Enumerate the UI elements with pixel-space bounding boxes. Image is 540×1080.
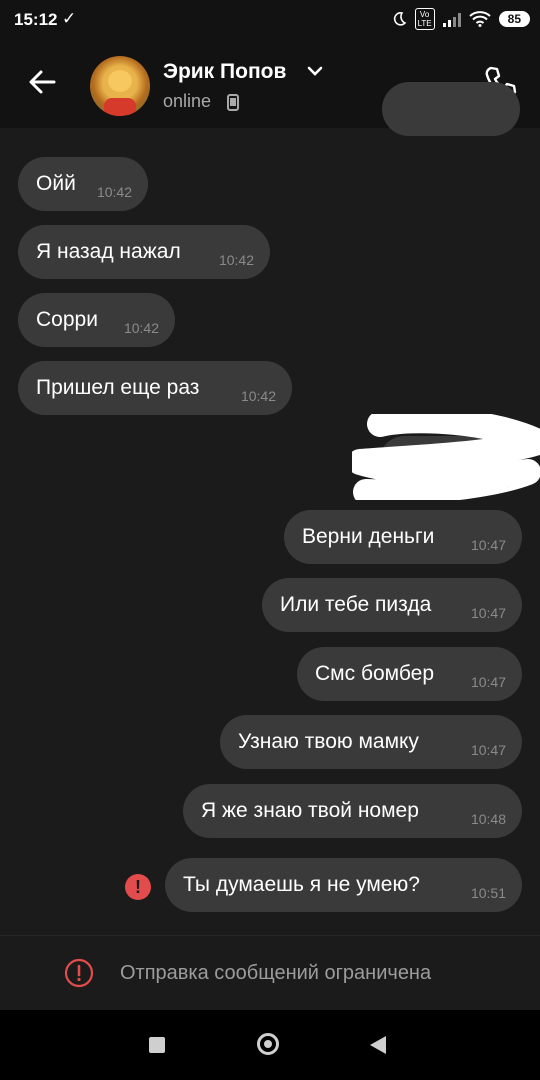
message-time: 10:42	[123, 320, 159, 336]
message-time: 10:42	[218, 252, 254, 268]
message-bubble-incoming[interactable]: Я назад нажал 10:42	[18, 225, 270, 279]
message-text: Смс бомбер	[315, 662, 434, 685]
message-text: Пришел еще раз	[36, 376, 200, 399]
message-time: 10:47	[470, 537, 506, 553]
battery-icon: 85	[498, 11, 530, 27]
contact-name[interactable]: Эрик Попов	[163, 60, 286, 84]
message-text: Верни деньги	[302, 525, 435, 548]
system-nav-bar	[0, 1010, 540, 1080]
chevron-down-icon[interactable]	[307, 64, 323, 78]
message-text: Ойй	[36, 172, 76, 195]
partial-message-bubble	[382, 82, 520, 136]
message-bubble-outgoing[interactable]: Узнаю твою мамку 10:47	[220, 715, 522, 769]
message-text: Я назад нажал	[36, 240, 181, 263]
message-time: 10:42	[96, 184, 132, 200]
avatar-shirt	[104, 98, 136, 116]
message-bubble-incoming[interactable]: Сорри 10:42	[18, 293, 175, 347]
recents-icon[interactable]	[149, 1037, 165, 1053]
message-time: 10:47	[470, 674, 506, 690]
redaction-scribble	[352, 414, 540, 500]
volte-bottom: LTE	[417, 19, 432, 28]
message-bubble-outgoing[interactable]: Или тебе пизда 10:47	[262, 578, 522, 632]
messaging-restricted-bar: Отправка сообщений ограничена	[0, 935, 540, 1011]
message-text: Узнаю твою мамку	[238, 730, 419, 753]
avatar-face	[108, 70, 132, 92]
message-time: 10:47	[470, 742, 506, 758]
message-bubble-outgoing[interactable]: Я же знаю твой номер 10:48	[183, 784, 522, 838]
check-icon: ✓	[62, 9, 77, 28]
error-icon[interactable]: !	[125, 874, 151, 900]
message-bubble-incoming[interactable]: Ойй 10:42	[18, 157, 148, 211]
moon-icon	[393, 12, 406, 26]
message-bubble-incoming[interactable]: Пришел еще раз 10:42	[18, 361, 292, 415]
wifi-icon	[468, 11, 491, 27]
message-time: 10:51	[470, 885, 506, 901]
status-time: 15:12	[14, 10, 58, 29]
message-bubble-outgoing-failed[interactable]: Ты думаешь я не умею? 10:51	[165, 858, 522, 912]
message-time: 10:48	[470, 811, 506, 827]
message-time: 10:47	[470, 605, 506, 621]
contact-status: online	[163, 91, 212, 111]
status-bar: 15:12 ✓ Vo LTE 85	[0, 0, 540, 40]
message-bubble-outgoing[interactable]: Верни деньги 10:47	[284, 510, 522, 564]
message-time: 10:42	[240, 388, 276, 404]
message-text: Ты думаешь я не умею?	[183, 873, 420, 896]
signal-icon	[442, 11, 461, 27]
alert-circle-icon	[64, 958, 94, 988]
status-icons: Vo LTE 85	[391, 8, 530, 30]
message-text: Или тебе пизда	[280, 593, 432, 616]
message-bubble-outgoing[interactable]: Смс бомбер 10:47	[297, 647, 522, 701]
message-text: Я же знаю твой номер	[201, 799, 419, 822]
volte-top: Vo	[419, 10, 430, 19]
nav-back-icon[interactable]	[370, 1036, 386, 1054]
back-arrow-icon[interactable]	[24, 64, 60, 100]
mobile-phone-icon	[227, 94, 239, 111]
avatar[interactable]	[90, 56, 150, 116]
restriction-text: Отправка сообщений ограничена	[120, 962, 432, 984]
volte-icon: Vo LTE	[414, 8, 435, 30]
home-icon[interactable]	[257, 1033, 279, 1055]
message-text: Сорри	[36, 308, 98, 331]
